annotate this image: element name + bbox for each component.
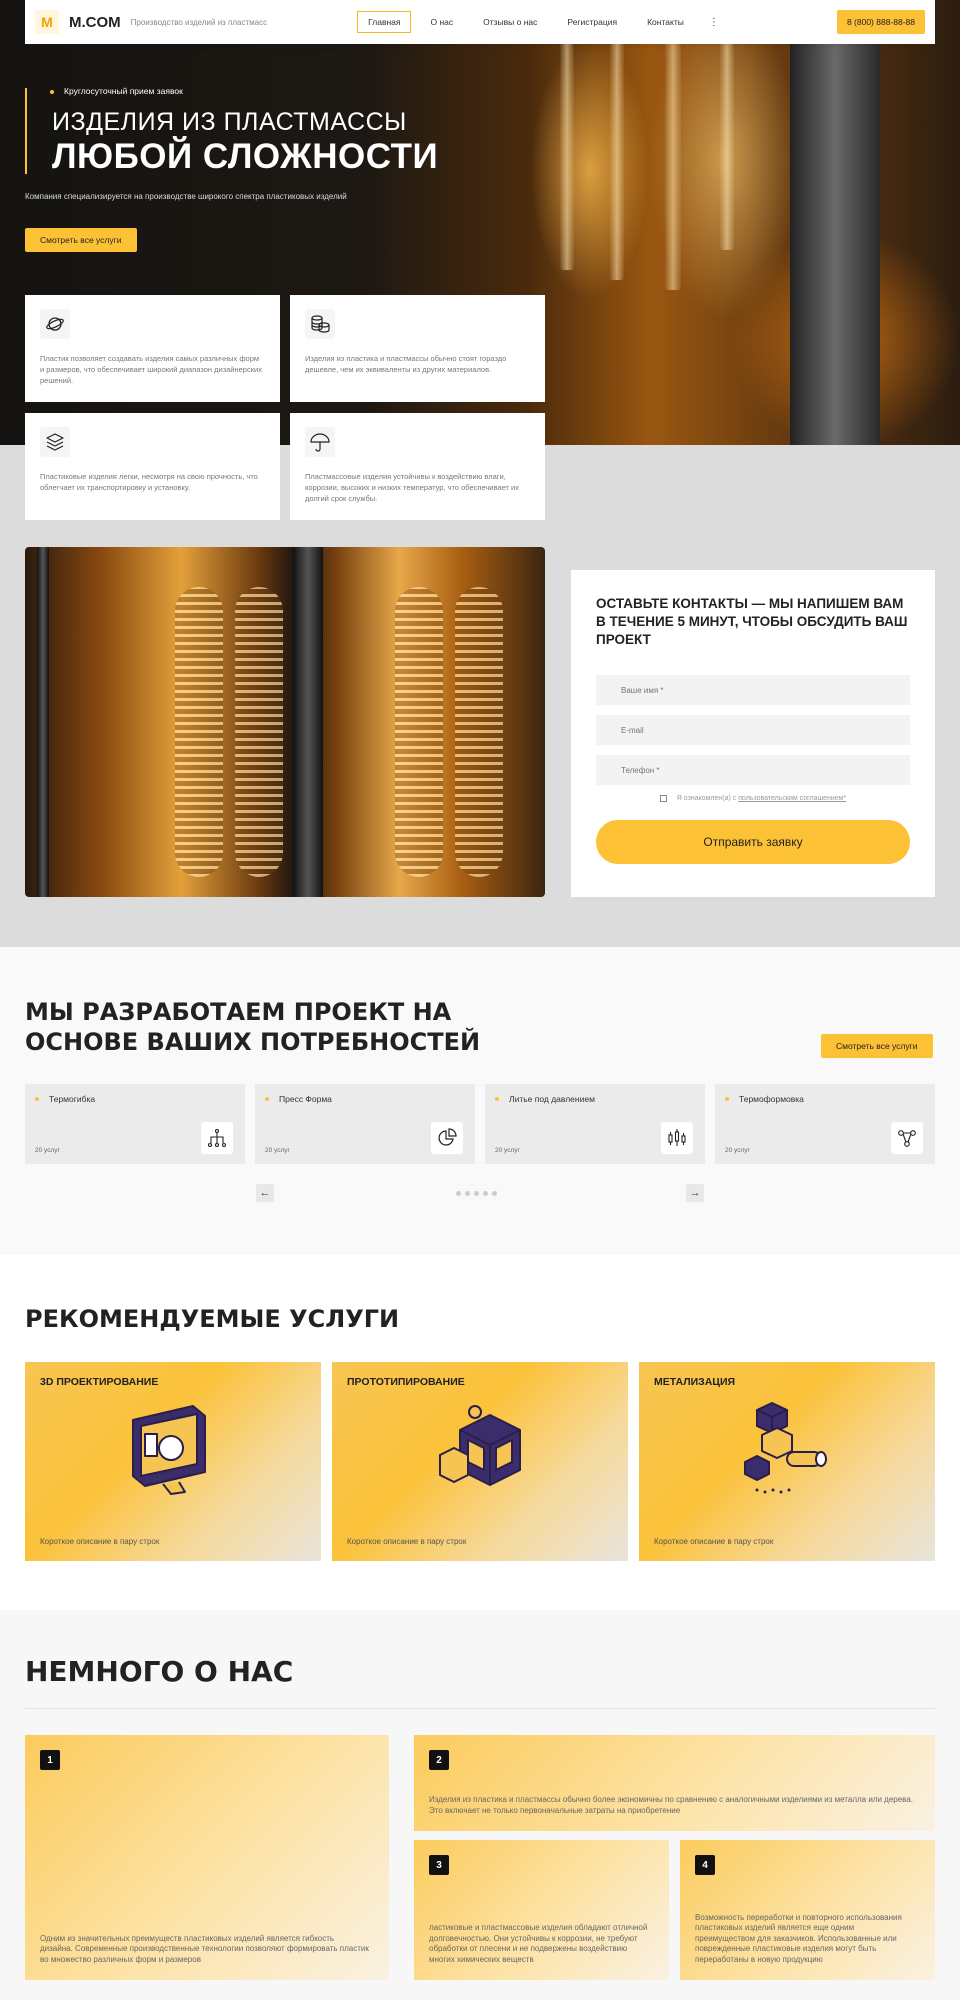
about-card: 2 Изделия из пластика и пластмассы обычн…: [414, 1735, 935, 1831]
feature-text: Изделия из пластика и пластмассы обычно …: [305, 354, 507, 374]
about-title: НЕМНОГО О НАС: [25, 1655, 294, 1688]
divider: [25, 1708, 935, 1709]
service-category-card[interactable]: Термогибка 20 услуг: [25, 1084, 245, 1164]
card-number: 1: [40, 1750, 60, 1770]
umbrella-icon: [305, 427, 335, 457]
carousel-dot[interactable]: [483, 1191, 488, 1196]
service-description: Короткое описание в пару строк: [40, 1537, 160, 1546]
service-category-card[interactable]: Пресс Форма 20 услуг: [255, 1084, 475, 1164]
phone-field[interactable]: [596, 755, 910, 785]
service-category-card[interactable]: Термоформовка 20 услуг: [715, 1084, 935, 1164]
card-number: 3: [429, 1855, 449, 1875]
category-title: Термоформовка: [739, 1094, 804, 1104]
feature-text: Пластиковые изделия легки, несмотря на с…: [40, 472, 258, 492]
category-title: Пресс Форма: [279, 1094, 332, 1104]
more-menu-icon[interactable]: ⋮: [709, 17, 719, 28]
carousel-dot[interactable]: [492, 1191, 497, 1196]
consent-checkbox[interactable]: [659, 795, 667, 802]
printer-illustration: [439, 1405, 521, 1486]
service-description: Короткое описание в пару строк: [654, 1537, 774, 1546]
hero-title-line2: ЛЮБОЙ СЛОЖНОСТИ: [52, 137, 439, 176]
logo-text[interactable]: M.COM: [69, 14, 121, 31]
carousel-dot[interactable]: [465, 1191, 470, 1196]
service-card[interactable]: МЕТАЛИЗАЦИЯ Короткое описание в пару стр…: [639, 1362, 935, 1561]
category-count: 20 услуг: [35, 1147, 60, 1154]
service-category-card[interactable]: Литье под давлением 20 услуг: [485, 1084, 705, 1164]
card-text: Изделия из пластика и пластмассы обычно …: [429, 1795, 914, 1815]
pie-chart-icon: [431, 1122, 463, 1154]
phone-button[interactable]: 8 (800) 888-88-88: [836, 10, 925, 34]
service-description: Короткое описание в пару строк: [347, 1537, 467, 1546]
projects-title: МЫ РАЗРАБОТАЕМ ПРОЕКТ НА ОСНОВЕ ВАШИХ ПО…: [25, 997, 480, 1057]
services-section: РЕКОМЕНДУЕМЫЕ УСЛУГИ 3D ПРОЕКТИРОВАНИЕ К…: [0, 1255, 960, 1610]
projects-services-button[interactable]: Смотреть все услуги: [821, 1034, 933, 1058]
candlestick-icon: [661, 1122, 693, 1154]
card-text: Одним из значительных преимуществ пласти…: [40, 1933, 369, 1964]
projects-section: МЫ РАЗРАБОТАЕМ ПРОЕКТ НА ОСНОВЕ ВАШИХ ПО…: [0, 947, 960, 1255]
nav-about[interactable]: О нас: [419, 11, 464, 33]
submit-button[interactable]: Отправить заявку: [596, 820, 910, 864]
contact-form: ОСТАВЬТЕ КОНТАКТЫ — МЫ НАПИШЕМ ВАМ В ТЕЧ…: [571, 570, 935, 897]
logo-icon[interactable]: M: [35, 10, 59, 34]
carousel-prev-button[interactable]: ←: [256, 1184, 274, 1202]
feature-card: Пластиковые изделия легки, несмотря на с…: [25, 413, 280, 520]
nav-home[interactable]: Главная: [357, 11, 412, 33]
main-nav: Главная О нас Отзывы о нас Регистрация К…: [357, 11, 703, 33]
consent-link[interactable]: пользовательским соглашением*: [738, 795, 846, 802]
category-title: Термогибка: [49, 1094, 96, 1104]
consent-row: Я ознакомлен(а) с пользовательским согла…: [596, 795, 910, 802]
carousel-next-button[interactable]: →: [686, 1184, 704, 1202]
services-title: РЕКОМЕНДУЕМЫЕ УСЛУГИ: [25, 1305, 400, 1333]
card-text: Возможность переработки и повторного исп…: [695, 1912, 902, 1964]
planet-icon: [40, 309, 70, 339]
nav-reviews[interactable]: Отзывы о нас: [472, 11, 548, 33]
category-title: Литье под давлением: [509, 1094, 595, 1104]
form-title: ОСТАВЬТЕ КОНТАКТЫ — МЫ НАПИШЕМ ВАМ В ТЕЧ…: [596, 596, 908, 647]
monitor-illustration: [132, 1405, 206, 1495]
service-title: МЕТАЛИЗАЦИЯ: [654, 1376, 736, 1388]
nav-contacts[interactable]: Контакты: [636, 11, 695, 33]
hero-title-line1: ИЗДЕЛИЯ ИЗ ПЛАСТМАССЫ: [52, 108, 407, 136]
hero-description: Компания специализируется на производств…: [25, 192, 347, 201]
category-count: 20 услуг: [265, 1147, 290, 1154]
feature-text: Пластик позволяет создавать изделия самы…: [40, 354, 262, 385]
service-card[interactable]: 3D ПРОЕКТИРОВАНИЕ Короткое описание в па…: [25, 1362, 321, 1561]
carousel-dot[interactable]: [456, 1191, 461, 1196]
service-card[interactable]: ПРОТОТИПИРОВАНИЕ Короткое описание в пар…: [332, 1362, 628, 1561]
card-number: 2: [429, 1750, 449, 1770]
hero-badge: Круглосуточный прием заявок: [50, 86, 183, 96]
about-card: 3 ластиковые и пластмассовые изделия обл…: [414, 1840, 669, 1980]
hero-services-button[interactable]: Смотреть все услуги: [25, 228, 137, 252]
service-title: 3D ПРОЕКТИРОВАНИЕ: [40, 1376, 159, 1388]
name-field[interactable]: [596, 675, 910, 705]
about-card: 1 Одним из значительных преимуществ плас…: [25, 1735, 389, 1980]
feature-text: Пластмассовые изделия устойчивы к воздей…: [305, 472, 519, 503]
about-card: 4 Возможность переработки и повторного и…: [680, 1840, 935, 1980]
category-count: 20 услуг: [495, 1147, 520, 1154]
coins-icon: [305, 309, 335, 339]
category-count: 20 услуг: [725, 1147, 750, 1154]
feature-card: Изделия из пластика и пластмассы обычно …: [290, 295, 545, 402]
tagline: Производство изделий из пластмасс: [130, 17, 268, 27]
card-number: 4: [695, 1855, 715, 1875]
consent-text: Я ознакомлен(а) с: [676, 795, 737, 802]
network-icon: [891, 1122, 923, 1154]
carousel-dot[interactable]: [474, 1191, 479, 1196]
layers-icon: [40, 427, 70, 457]
about-section: НЕМНОГО О НАС 1 Одним из значительных пр…: [0, 1610, 960, 2000]
feature-card: Пластмассовые изделия устойчивы к воздей…: [290, 413, 545, 520]
circuit-icon: [201, 1122, 233, 1154]
email-field[interactable]: [596, 715, 910, 745]
carousel-dots: [456, 1191, 497, 1196]
nav-register[interactable]: Регистрация: [556, 11, 628, 33]
metal-blocks-illustration: [744, 1402, 827, 1494]
feature-card: Пластик позволяет создавать изделия самы…: [25, 295, 280, 402]
projects-title-line2: ОСНОВЕ ВАШИХ ПОТРЕБНОСТЕЙ: [25, 1028, 481, 1056]
projects-title-line1: МЫ РАЗРАБОТАЕМ ПРОЕКТ НА: [25, 998, 452, 1026]
service-title: ПРОТОТИПИРОВАНИЕ: [347, 1376, 465, 1388]
site-header: M M.COM Производство изделий из пластмас…: [25, 0, 935, 44]
hero-accent-bar: [25, 88, 27, 174]
card-text: ластиковые и пластмассовые изделия облад…: [429, 1923, 648, 1964]
production-photo: [25, 547, 545, 897]
